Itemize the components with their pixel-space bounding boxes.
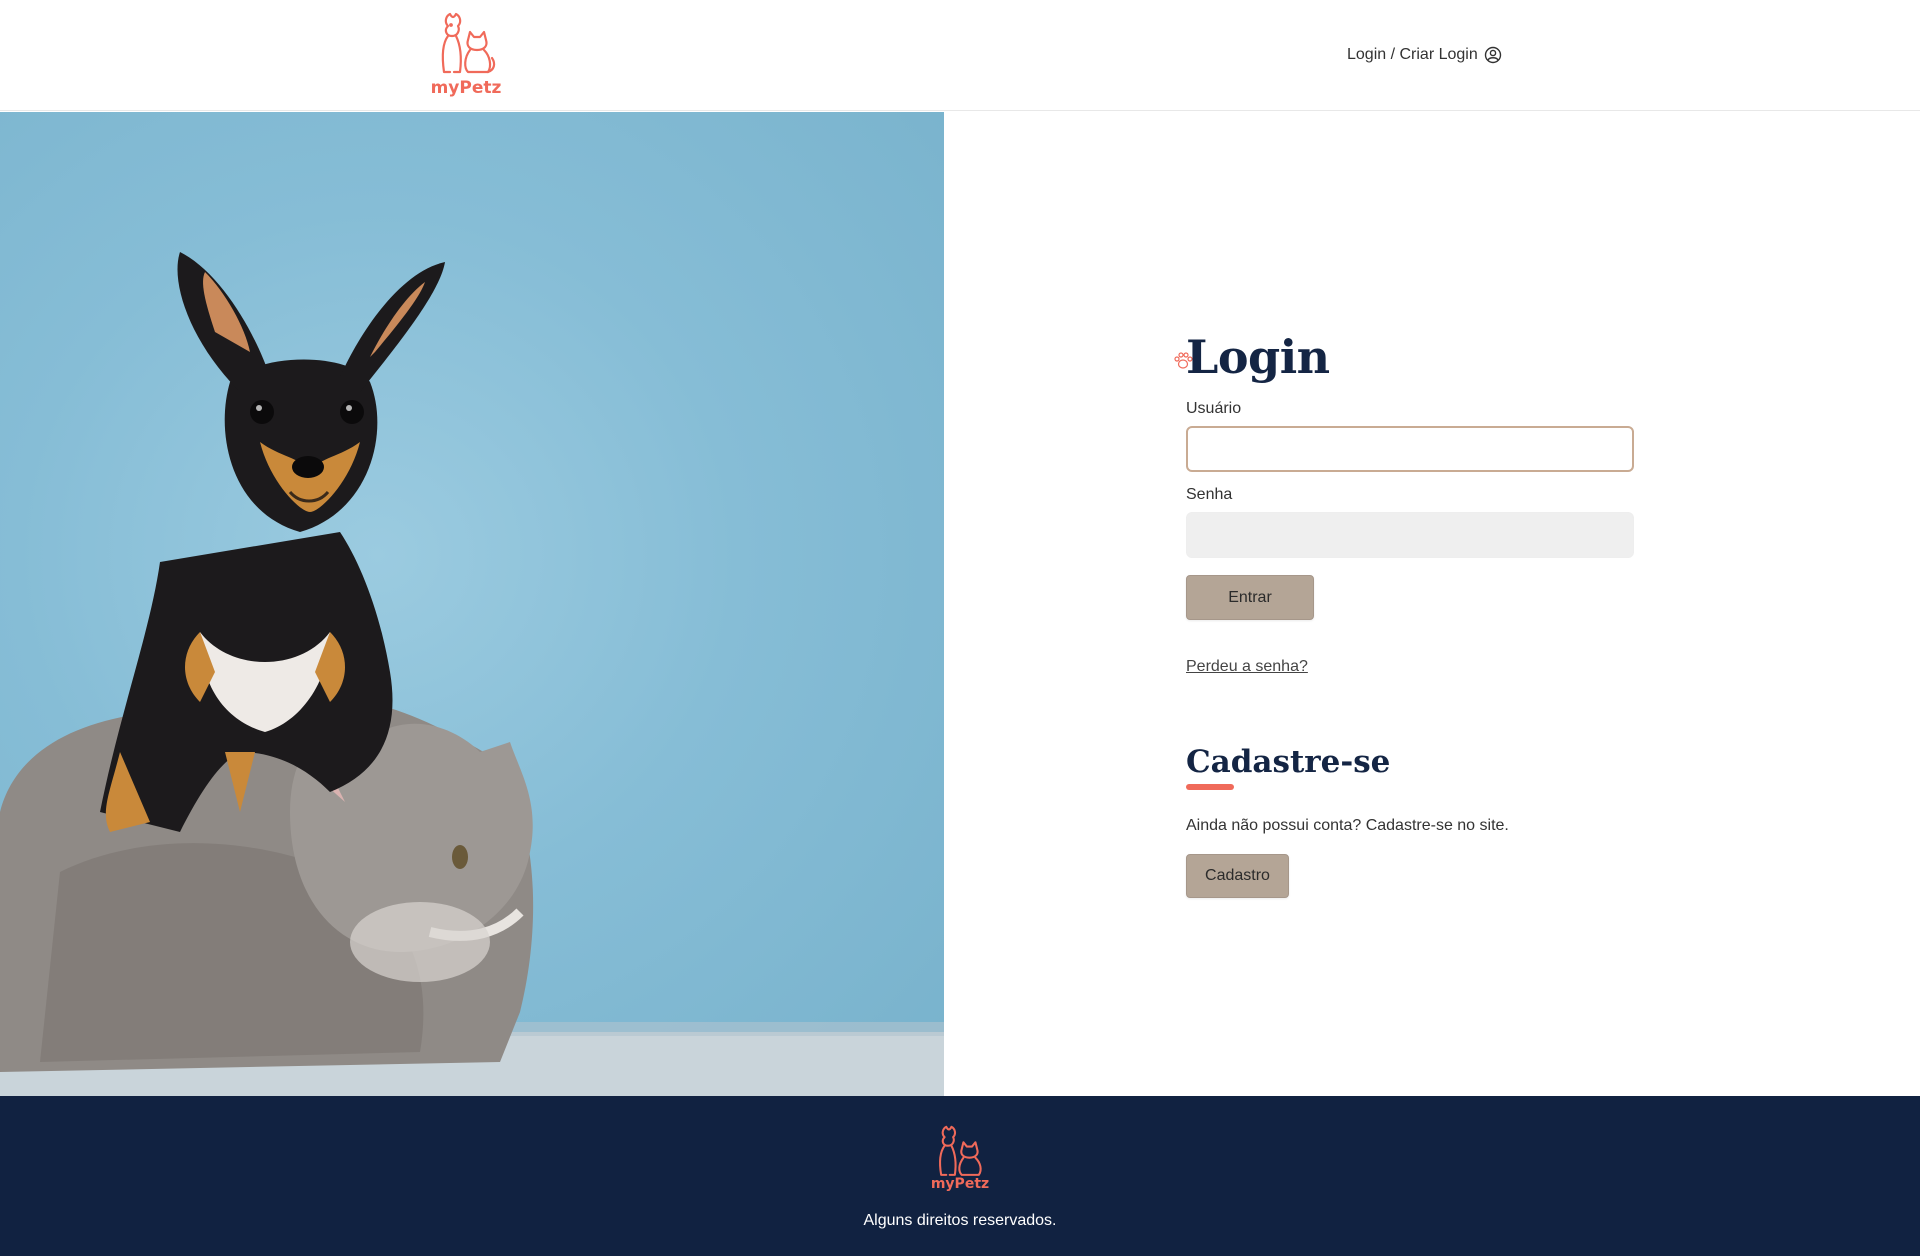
user-circle-icon	[1484, 46, 1501, 64]
footer-logo[interactable]: myPetz	[928, 1120, 992, 1196]
footer-logo-text: myPetz	[930, 1176, 990, 1192]
username-label: Usuário	[1186, 400, 1242, 417]
hero-photo-dog-and-cat	[0, 112, 944, 1096]
login-create-login-link[interactable]: Login / Criar Login	[1347, 46, 1502, 64]
register-title: Cadastre-se	[1186, 744, 1391, 780]
site-footer: myPetz Alguns direitos reservados.	[0, 1096, 1920, 1256]
password-label: Senha	[1186, 486, 1233, 503]
login-form: Login Usuário Senha Entrar Perdeu a senh…	[1174, 330, 1636, 898]
mypetz-logo[interactable]: myPetz	[430, 6, 502, 102]
dog-cat-logo-icon	[939, 1125, 982, 1176]
login-title-row: Login	[1174, 330, 1636, 390]
register-description: Ainda não possui conta? Cadastre-se no s…	[1186, 817, 1509, 834]
footer-copyright: Alguns direitos reservados.	[863, 1212, 1057, 1229]
username-input[interactable]	[1186, 426, 1634, 472]
password-input[interactable]	[1186, 512, 1634, 558]
site-header: myPetz Login / Criar Login	[0, 0, 1920, 111]
logo-text: myPetz	[430, 78, 502, 98]
login-link-label: Login / Criar Login	[1347, 46, 1478, 63]
login-title: Login	[1186, 330, 1330, 384]
dog-cat-logo-icon	[441, 12, 496, 74]
cadastro-button[interactable]: Cadastro	[1186, 854, 1289, 898]
register-title-underline	[1186, 784, 1234, 790]
entrar-button[interactable]: Entrar	[1186, 575, 1314, 620]
forgot-password-link[interactable]: Perdeu a senha?	[1186, 658, 1308, 676]
